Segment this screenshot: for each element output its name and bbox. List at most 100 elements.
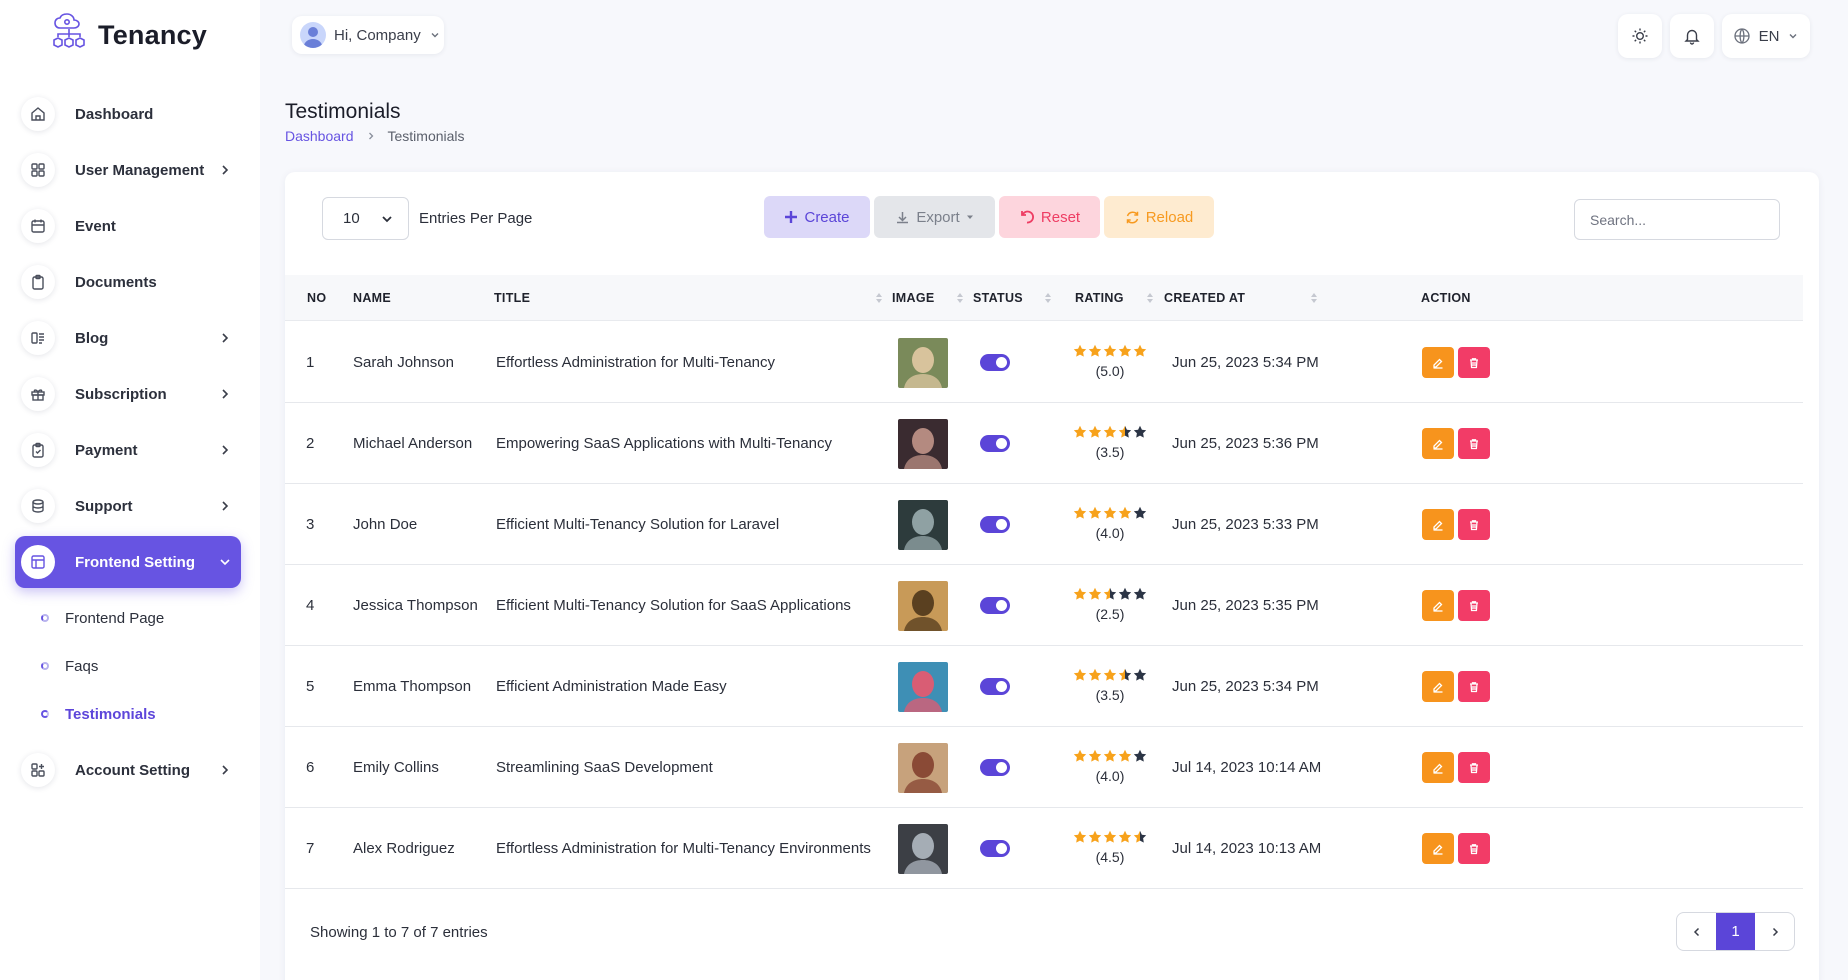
- reload-button[interactable]: Reload: [1104, 196, 1214, 238]
- star-icon: [1103, 830, 1117, 843]
- reset-button-label: Reset: [1040, 208, 1081, 226]
- status-toggle[interactable]: [980, 597, 1010, 614]
- sidebar-subitem-faqs[interactable]: Faqs: [15, 642, 241, 690]
- pagination-next-button[interactable]: [1755, 913, 1794, 950]
- delete-button[interactable]: [1458, 428, 1490, 459]
- topbar: Hi, Company EN: [260, 0, 1848, 72]
- user-menu[interactable]: Hi, Company: [292, 16, 444, 54]
- edit-button[interactable]: [1422, 428, 1454, 459]
- star-icon: [1088, 344, 1102, 357]
- entries-per-page-value: 10: [343, 210, 360, 227]
- edit-button[interactable]: [1422, 752, 1454, 783]
- sidebar-item-user-management[interactable]: User Management: [15, 144, 241, 196]
- logo[interactable]: Tenancy: [50, 12, 207, 58]
- sidebar-item-documents[interactable]: Documents: [15, 256, 241, 308]
- status-toggle[interactable]: [980, 840, 1010, 857]
- edit-button[interactable]: [1422, 347, 1454, 378]
- pagination-page-1[interactable]: 1: [1716, 913, 1755, 950]
- rating: (3.5): [1065, 425, 1155, 460]
- sort-icon[interactable]: [1044, 292, 1052, 304]
- star-icon: [1073, 587, 1087, 600]
- column-header-title[interactable]: TITLE: [494, 275, 530, 321]
- testimonials-card: 10 Entries Per Page Create Export Reset …: [285, 172, 1819, 980]
- cell-title: Effortless Administration for Multi-Tena…: [496, 354, 776, 371]
- caret-down-icon: [966, 215, 973, 219]
- trash-icon: [1470, 357, 1478, 368]
- create-button[interactable]: Create: [764, 196, 870, 238]
- sidebar-item-subscription[interactable]: Subscription: [15, 368, 241, 420]
- sort-icon[interactable]: [1310, 292, 1318, 304]
- sidebar-item-dashboard[interactable]: Dashboard: [15, 88, 241, 140]
- status-toggle[interactable]: [980, 435, 1010, 452]
- delete-button[interactable]: [1458, 671, 1490, 702]
- status-toggle[interactable]: [980, 759, 1010, 776]
- cell-no: 1: [306, 354, 315, 371]
- layout-icon: [21, 545, 55, 579]
- cell-name: Emily Collins: [353, 759, 439, 776]
- rating-value: (3.5): [1095, 687, 1125, 703]
- edit-icon: [1433, 763, 1443, 774]
- trash-icon: [1470, 519, 1478, 530]
- sidebar-subitem-testimonials[interactable]: Testimonials: [15, 690, 241, 738]
- column-header-status[interactable]: STATUS: [973, 275, 1023, 321]
- testimonial-image: [898, 743, 948, 793]
- star-icon: [1103, 587, 1117, 600]
- delete-button[interactable]: [1458, 590, 1490, 621]
- theme-toggle-button[interactable]: [1618, 14, 1662, 58]
- sidebar-subitem-frontend-page[interactable]: Frontend Page: [15, 594, 241, 642]
- reset-button[interactable]: Reset: [999, 196, 1100, 238]
- breadcrumb-dashboard-link[interactable]: Dashboard: [285, 128, 354, 144]
- chevron-right-icon: [222, 165, 229, 175]
- sort-icon[interactable]: [1146, 292, 1154, 304]
- undo-icon: [1021, 210, 1034, 224]
- delete-button[interactable]: [1458, 509, 1490, 540]
- globe-icon: [1733, 28, 1750, 44]
- delete-button[interactable]: [1458, 833, 1490, 864]
- sidebar-item-blog[interactable]: Blog: [15, 312, 241, 364]
- language-selector[interactable]: EN: [1722, 14, 1810, 58]
- sidebar-item-support[interactable]: Support: [15, 480, 241, 532]
- column-header-no[interactable]: NO: [307, 275, 326, 321]
- export-button[interactable]: Export: [874, 196, 995, 238]
- column-header-name[interactable]: NAME: [353, 275, 391, 321]
- pagination-prev-button[interactable]: [1677, 913, 1716, 950]
- column-header-rating[interactable]: RATING: [1075, 275, 1124, 321]
- chevron-down-icon: [382, 215, 392, 222]
- sidebar-item-event[interactable]: Event: [15, 200, 241, 252]
- rating-value: (4.5): [1095, 849, 1125, 865]
- edit-button[interactable]: [1422, 590, 1454, 621]
- delete-button[interactable]: [1458, 752, 1490, 783]
- download-icon: [897, 211, 909, 223]
- cell-title: Efficient Administration Made Easy: [496, 678, 727, 695]
- status-toggle[interactable]: [980, 678, 1010, 695]
- testimonial-image: [898, 662, 948, 712]
- entries-per-page-select[interactable]: 10: [322, 197, 409, 240]
- sidebar-subitem-label: Testimonials: [65, 705, 156, 723]
- delete-button[interactable]: [1458, 347, 1490, 378]
- sidebar-item-label: Subscription: [75, 385, 167, 403]
- rating-value: (4.0): [1095, 525, 1125, 541]
- sidebar-item-label: Blog: [75, 329, 109, 347]
- edit-button[interactable]: [1422, 509, 1454, 540]
- edit-button[interactable]: [1422, 671, 1454, 702]
- sidebar-item-payment[interactable]: Payment: [15, 424, 241, 476]
- status-toggle[interactable]: [980, 516, 1010, 533]
- sort-icon[interactable]: [875, 292, 883, 304]
- sidebar-item-frontend-setting[interactable]: Frontend Setting: [15, 536, 241, 588]
- edit-button[interactable]: [1422, 833, 1454, 864]
- trash-icon: [1470, 762, 1478, 773]
- search-input[interactable]: [1574, 199, 1780, 240]
- star-icon: [1118, 344, 1132, 357]
- rating-stars: [1073, 425, 1147, 443]
- notifications-button[interactable]: [1670, 14, 1714, 58]
- edit-icon: [1433, 358, 1443, 369]
- export-button-label: Export: [916, 208, 960, 226]
- star-icon: [1133, 668, 1147, 681]
- rating-value: (3.5): [1095, 444, 1125, 460]
- rating-stars: [1073, 506, 1147, 524]
- sort-icon[interactable]: [956, 292, 964, 304]
- frontend-setting-submenu: Frontend Page Faqs Testimonials: [15, 594, 241, 738]
- status-toggle[interactable]: [980, 354, 1010, 371]
- sidebar-item-account-setting[interactable]: Account Setting: [15, 744, 241, 796]
- column-header-created-at[interactable]: CREATED AT: [1164, 275, 1245, 321]
